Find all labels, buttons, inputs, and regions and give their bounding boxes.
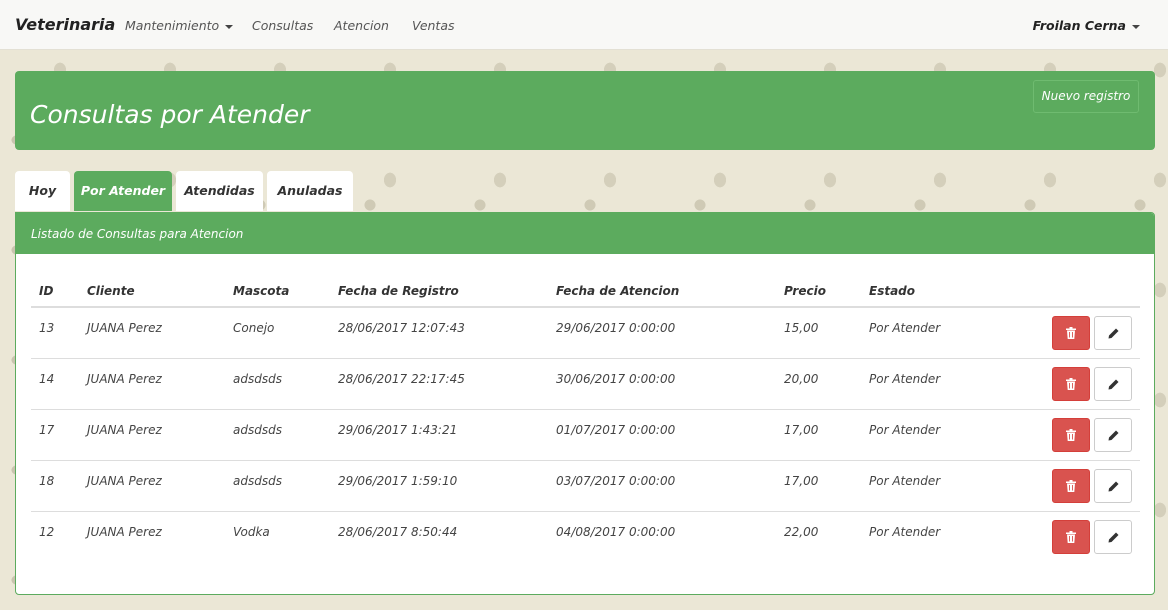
- cell-fecha-registro: 29/06/2017 1:59:10: [330, 460, 548, 512]
- pencil-icon: [1108, 532, 1118, 543]
- delete-button[interactable]: [1052, 315, 1090, 350]
- cell-cliente: JUANA Perez: [87, 524, 162, 539]
- tab-por-atender[interactable]: Por Atender: [74, 171, 172, 211]
- table-row: 13 JUANA Perez Conejo 28/06/2017 12:07:4…: [31, 307, 1140, 359]
- edit-button[interactable]: [1094, 315, 1132, 350]
- navbar: Veterinaria Mantenimiento Consultas Aten…: [0, 0, 1168, 50]
- cell-mascota: adsdsds: [225, 460, 330, 512]
- nav-mantenimiento[interactable]: Mantenimiento: [125, 18, 234, 33]
- trash-icon: [1066, 531, 1076, 544]
- brand-logo[interactable]: Veterinaria: [15, 15, 115, 34]
- cell-actions: [991, 409, 1140, 461]
- cell-fecha-registro: 29/06/2017 1:43:21: [330, 409, 548, 461]
- cell-precio: 20,00: [776, 358, 861, 410]
- consultas-panel: Listado de Consultas para Atencion ID Cl…: [15, 212, 1155, 595]
- cell-fecha-atencion: 03/07/2017 0:00:00: [548, 460, 776, 512]
- col-cliente: Cliente: [79, 275, 225, 308]
- cell-fecha-atencion: 01/07/2017 0:00:00: [548, 409, 776, 461]
- tab-atendidas[interactable]: Atendidas: [176, 171, 263, 211]
- page-header: Consultas por Atender Nuevo registro: [15, 71, 1155, 150]
- trash-icon: [1066, 480, 1076, 492]
- cell-id: 18: [31, 460, 79, 512]
- col-actions: [991, 275, 1140, 308]
- cell-estado: Por Atender: [869, 524, 941, 539]
- cell-actions: [991, 460, 1140, 512]
- table-row: 14 JUANA Perez adsdsds 28/06/2017 22:17:…: [31, 358, 1140, 410]
- nav-ventas[interactable]: Ventas: [412, 18, 455, 33]
- edit-button[interactable]: [1094, 519, 1132, 554]
- trash-icon: [1066, 378, 1076, 390]
- caret-down-icon: [225, 24, 234, 29]
- col-precio: Precio: [776, 275, 861, 308]
- delete-button[interactable]: [1052, 519, 1090, 554]
- table-row: 17 JUANA Perez adsdsds 29/06/2017 1:43:2…: [31, 409, 1140, 461]
- edit-button[interactable]: [1094, 468, 1132, 503]
- cell-actions: [991, 307, 1140, 359]
- cell-mascota: Vodka: [233, 524, 270, 539]
- new-record-button[interactable]: Nuevo registro: [1033, 80, 1139, 113]
- col-fecha-atencion: Fecha de Atencion: [548, 275, 776, 308]
- nav-atencion[interactable]: Atencion: [334, 18, 389, 33]
- table-header-row: ID Cliente Mascota Fecha de Registro Fec…: [31, 275, 1140, 308]
- cell-cliente: JUANA Perez: [79, 307, 225, 359]
- cell-fecha-registro: 28/06/2017 12:07:43: [330, 307, 548, 359]
- cell-mascota: adsdsds: [225, 358, 330, 410]
- cell-id: 13: [31, 307, 79, 359]
- cell-actions: [991, 511, 1140, 562]
- cell-cliente: JUANA Perez: [79, 460, 225, 512]
- cell-cliente: JUANA Perez: [79, 358, 225, 410]
- cell-actions: [991, 358, 1140, 410]
- edit-button[interactable]: [1094, 366, 1132, 401]
- cell-estado: Por Atender: [861, 409, 991, 461]
- col-id: ID: [31, 275, 79, 308]
- pencil-icon: [1108, 481, 1118, 491]
- table-body: 13 JUANA Perez Conejo 28/06/2017 12:07:4…: [31, 307, 1140, 562]
- cell-estado: Por Atender: [861, 307, 991, 359]
- cell-fecha-atencion: 04/08/2017 0:00:00: [556, 524, 676, 539]
- nav-consultas[interactable]: Consultas: [252, 18, 313, 33]
- page-title: Consultas por Atender: [30, 100, 310, 129]
- edit-button[interactable]: [1094, 417, 1132, 452]
- trash-icon: [1066, 429, 1076, 441]
- cell-fecha-registro: 28/06/2017 8:50:44: [338, 524, 458, 539]
- cell-id: 12: [39, 524, 55, 539]
- cell-mascota: Conejo: [225, 307, 330, 359]
- cell-mascota: adsdsds: [225, 409, 330, 461]
- nav-mantenimiento-label: Mantenimiento: [125, 18, 220, 33]
- cell-id: 14: [31, 358, 79, 410]
- col-estado: Estado: [861, 275, 991, 308]
- table-row: 18 JUANA Perez adsdsds 29/06/2017 1:59:1…: [31, 460, 1140, 512]
- cell-fecha-atencion: 29/06/2017 0:00:00: [548, 307, 776, 359]
- tab-anuladas[interactable]: Anuladas: [267, 171, 353, 211]
- delete-button[interactable]: [1052, 468, 1090, 503]
- delete-button[interactable]: [1052, 366, 1090, 401]
- cell-estado: Por Atender: [861, 460, 991, 512]
- cell-precio: 17,00: [776, 409, 861, 461]
- tab-hoy[interactable]: Hoy: [15, 171, 70, 211]
- cell-precio: 15,00: [776, 307, 861, 359]
- cell-estado: Por Atender: [861, 358, 991, 410]
- delete-button[interactable]: [1052, 417, 1090, 452]
- pencil-icon: [1108, 328, 1118, 339]
- panel-heading: Listado de Consultas para Atencion: [16, 213, 1154, 254]
- pencil-icon: [1108, 430, 1118, 440]
- pencil-icon: [1108, 379, 1118, 389]
- col-fecha-registro: Fecha de Registro: [330, 275, 548, 308]
- caret-down-icon: [1132, 24, 1140, 29]
- table-row: 12 JUANA Perez Vodka 28/06/2017 8:50:44 …: [31, 511, 1140, 562]
- col-mascota: Mascota: [225, 275, 330, 308]
- consultas-table: ID Cliente Mascota Fecha de Registro Fec…: [31, 275, 1140, 562]
- cell-fecha-atencion: 30/06/2017 0:00:00: [548, 358, 776, 410]
- cell-id: 17: [31, 409, 79, 461]
- user-name: Froilan Cerna: [1032, 18, 1126, 33]
- trash-icon: [1066, 327, 1076, 340]
- cell-cliente: JUANA Perez: [79, 409, 225, 461]
- user-menu[interactable]: Froilan Cerna: [1033, 18, 1140, 33]
- cell-fecha-registro: 28/06/2017 22:17:45: [330, 358, 548, 410]
- cell-precio: 22,00: [784, 524, 819, 539]
- cell-precio: 17,00: [776, 460, 861, 512]
